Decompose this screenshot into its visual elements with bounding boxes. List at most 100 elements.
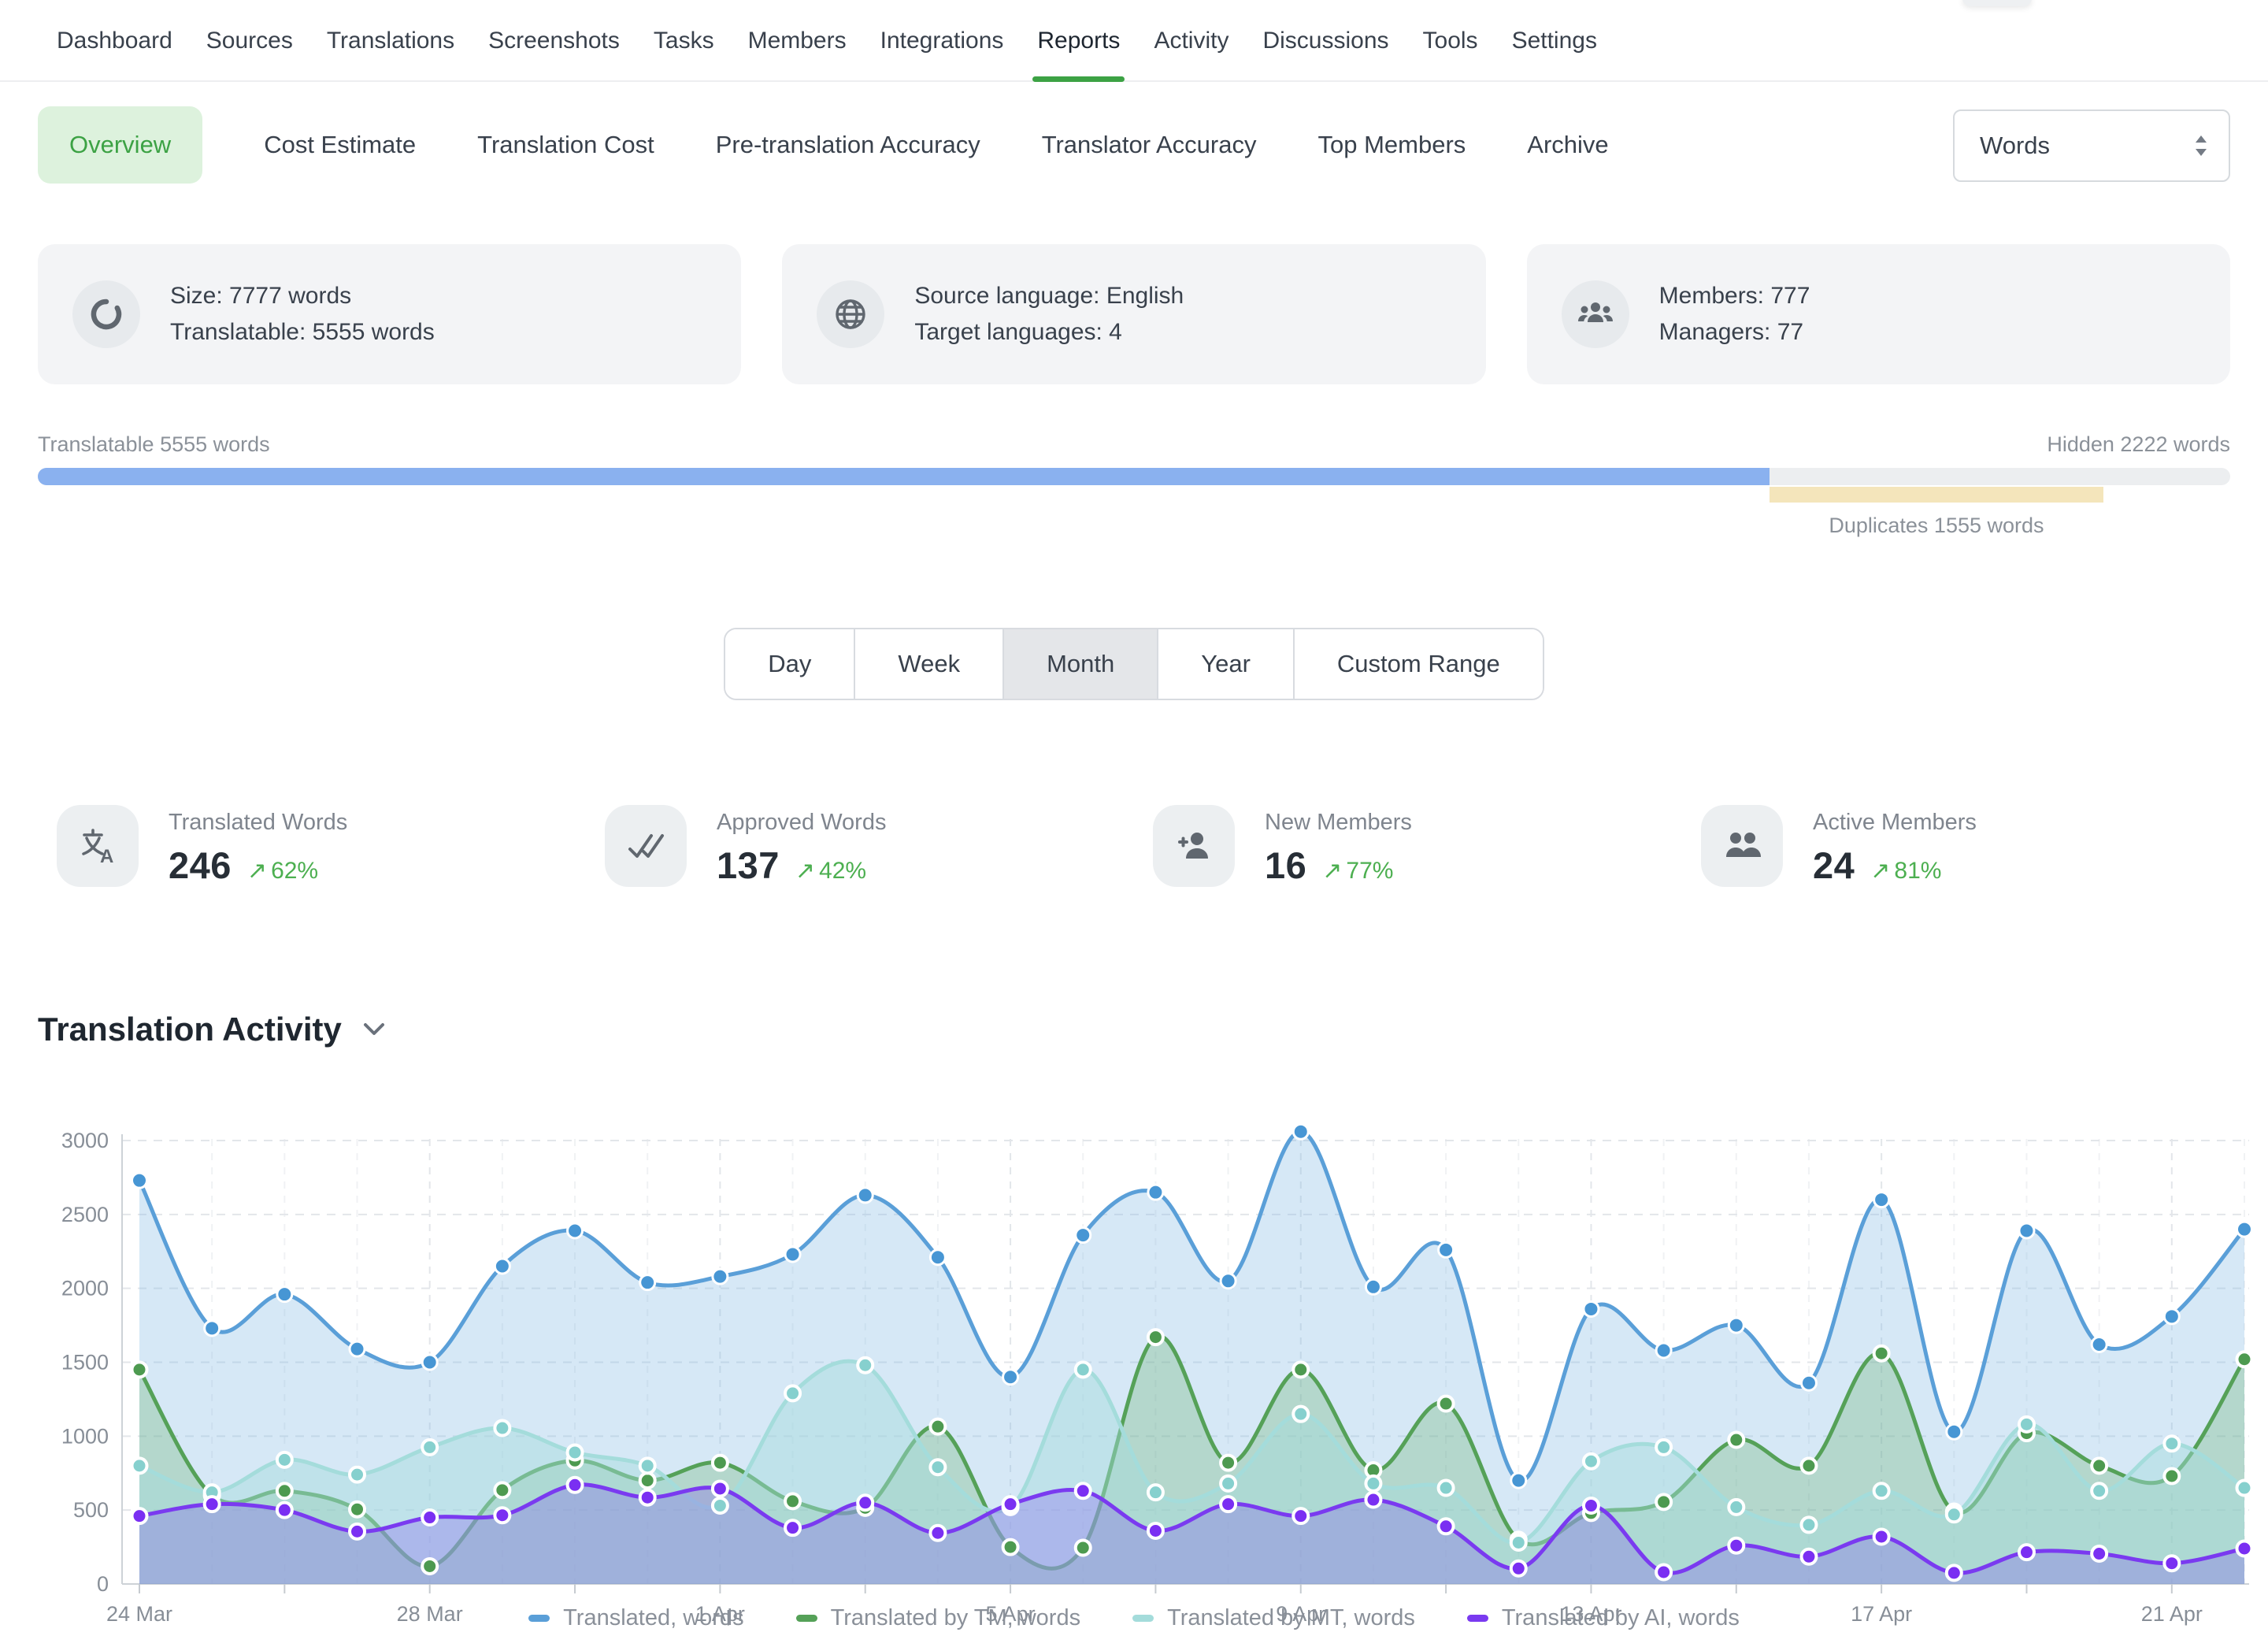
stat-value: 16 (1265, 844, 1306, 887)
units-select[interactable]: Words (1953, 109, 2230, 182)
legend-translated-by-ai[interactable]: Translated by AI, words (1467, 1605, 1740, 1631)
double-check-icon (605, 805, 687, 887)
project-summary-cards: Size: 7777 words Translatable: 5555 word… (38, 244, 2230, 384)
svg-text:500: 500 (73, 1498, 109, 1522)
trend-up-icon: ↗ (1322, 857, 1342, 885)
nav-item-activity[interactable]: Activity (1154, 0, 1228, 82)
translation-activity-chart[interactable]: 05001000150020002500300024 Mar28 Mar1 Ap… (0, 1087, 2268, 1638)
legend-translated-by-mt[interactable]: Translated by MT, words (1132, 1605, 1415, 1631)
duplicates-label: Duplicates 1555 words (1770, 514, 2103, 538)
stat-delta-value: 42% (819, 858, 866, 885)
duplicates-segment (1770, 487, 2103, 503)
main-nav: Dashboard Sources Translations Screensho… (57, 0, 2236, 82)
tab-pre-translation-accuracy[interactable]: Pre-translation Accuracy (716, 131, 980, 159)
globe-icon (817, 280, 884, 348)
svg-text:2000: 2000 (61, 1277, 109, 1300)
nav-item-screenshots[interactable]: Screenshots (488, 0, 620, 82)
stat-delta: ↗62% (247, 857, 318, 885)
stat-value: 246 (169, 844, 232, 887)
trend-up-icon: ↗ (1870, 857, 1890, 885)
managers-line: Managers: 77 (1659, 314, 1810, 351)
range-month[interactable]: Month (1002, 629, 1157, 699)
nav-item-reports[interactable]: Reports (1037, 0, 1120, 82)
range-custom-range[interactable]: Custom Range (1293, 629, 1543, 699)
tab-top-members[interactable]: Top Members (1317, 131, 1466, 159)
chart-legend: Translated, words Translated by TM, word… (0, 1605, 2268, 1631)
svg-text:1500: 1500 (61, 1351, 109, 1374)
stat-delta: ↗77% (1322, 857, 1393, 885)
members-card: Members: 777 Managers: 77 (1527, 244, 2230, 384)
nav-item-tasks[interactable]: Tasks (654, 0, 714, 82)
nav-item-dashboard[interactable]: Dashboard (57, 0, 172, 82)
trend-up-icon: ↗ (795, 857, 815, 885)
svg-text:A: A (100, 846, 113, 866)
stat-value: 24 (1813, 844, 1855, 887)
nav-item-integrations[interactable]: Integrations (880, 0, 1004, 82)
stat-label: Translated Words (169, 810, 347, 836)
stat-label: Active Members (1813, 810, 1977, 836)
svg-text:0: 0 (97, 1572, 109, 1596)
approved-words-stat: Approved Words 137 ↗42% (605, 805, 1153, 887)
tab-translator-accuracy[interactable]: Translator Accuracy (1042, 131, 1257, 159)
chevron-down-icon[interactable] (362, 1022, 386, 1037)
user-plus-icon (1153, 805, 1235, 887)
legend-swatch-mt (1132, 1615, 1154, 1622)
translatable-label: Translatable 5555 words (38, 432, 270, 457)
size-line: Size: 7777 words (170, 278, 435, 314)
people-group-icon (1562, 280, 1629, 348)
units-select-value: Words (1980, 132, 2050, 160)
kpi-stats: A Translated Words 246 ↗62% Approved Wor… (57, 805, 2249, 887)
legend-label: Translated by MT, words (1167, 1605, 1415, 1631)
legend-translated[interactable]: Translated, words (528, 1605, 743, 1631)
trend-up-icon: ↗ (247, 857, 267, 885)
stat-label: Approved Words (717, 810, 886, 836)
stat-delta-value: 81% (1894, 858, 1941, 885)
legend-label: Translated by TM, words (831, 1605, 1081, 1631)
languages-card: Source language: English Target language… (782, 244, 1485, 384)
active-members-stat: Active Members 24 ↗81% (1701, 805, 2249, 887)
tab-archive[interactable]: Archive (1527, 131, 1608, 159)
svg-text:2500: 2500 (61, 1203, 109, 1226)
source-language-line: Source language: English (914, 278, 1184, 314)
translate-icon: A (57, 805, 139, 887)
section-title: Translation Activity (38, 1011, 342, 1048)
translated-words-stat: A Translated Words 246 ↗62% (57, 805, 605, 887)
users-icon (1701, 805, 1783, 887)
stat-delta-value: 77% (1346, 858, 1393, 885)
legend-label: Translated by AI, words (1502, 1605, 1740, 1631)
tab-translation-cost[interactable]: Translation Cost (477, 131, 654, 159)
svg-text:1000: 1000 (61, 1424, 109, 1448)
project-size-card: Size: 7777 words Translatable: 5555 word… (38, 244, 741, 384)
range-day[interactable]: Day (725, 629, 854, 699)
legend-label: Translated, words (563, 1605, 743, 1631)
legend-swatch-tm (796, 1615, 817, 1622)
range-week[interactable]: Week (854, 629, 1002, 699)
tab-cost-estimate[interactable]: Cost Estimate (264, 131, 416, 159)
nav-item-tools[interactable]: Tools (1423, 0, 1478, 82)
nav-item-discussions[interactable]: Discussions (1262, 0, 1388, 82)
nav-item-translations[interactable]: Translations (327, 0, 454, 82)
tab-overview[interactable]: Overview (38, 106, 202, 184)
members-line: Members: 777 (1659, 278, 1810, 314)
range-year[interactable]: Year (1157, 629, 1293, 699)
stat-delta: ↗42% (795, 857, 866, 885)
stat-label: New Members (1265, 810, 1412, 836)
nav-item-members[interactable]: Members (748, 0, 847, 82)
new-members-stat: New Members 16 ↗77% (1153, 805, 1701, 887)
legend-translated-by-tm[interactable]: Translated by TM, words (796, 1605, 1081, 1631)
nav-item-sources[interactable]: Sources (206, 0, 293, 82)
stat-delta-value: 62% (271, 858, 318, 885)
nav-item-settings[interactable]: Settings (1512, 0, 1597, 82)
date-range-tabs: Day Week Month Year Custom Range (0, 628, 2268, 700)
target-languages-line: Target languages: 4 (914, 314, 1184, 351)
reports-tabs: Overview Cost Estimate Translation Cost … (38, 106, 1609, 184)
svg-text:3000: 3000 (61, 1129, 109, 1152)
translatable-segment (38, 468, 1770, 485)
stat-delta: ↗81% (1870, 857, 1941, 885)
select-arrows-icon (2194, 134, 2208, 158)
stat-value: 137 (717, 844, 780, 887)
words-progress-bar (38, 468, 2230, 485)
progress-ring-icon (72, 280, 140, 348)
legend-swatch-translated (528, 1615, 550, 1622)
legend-swatch-ai (1467, 1615, 1488, 1622)
